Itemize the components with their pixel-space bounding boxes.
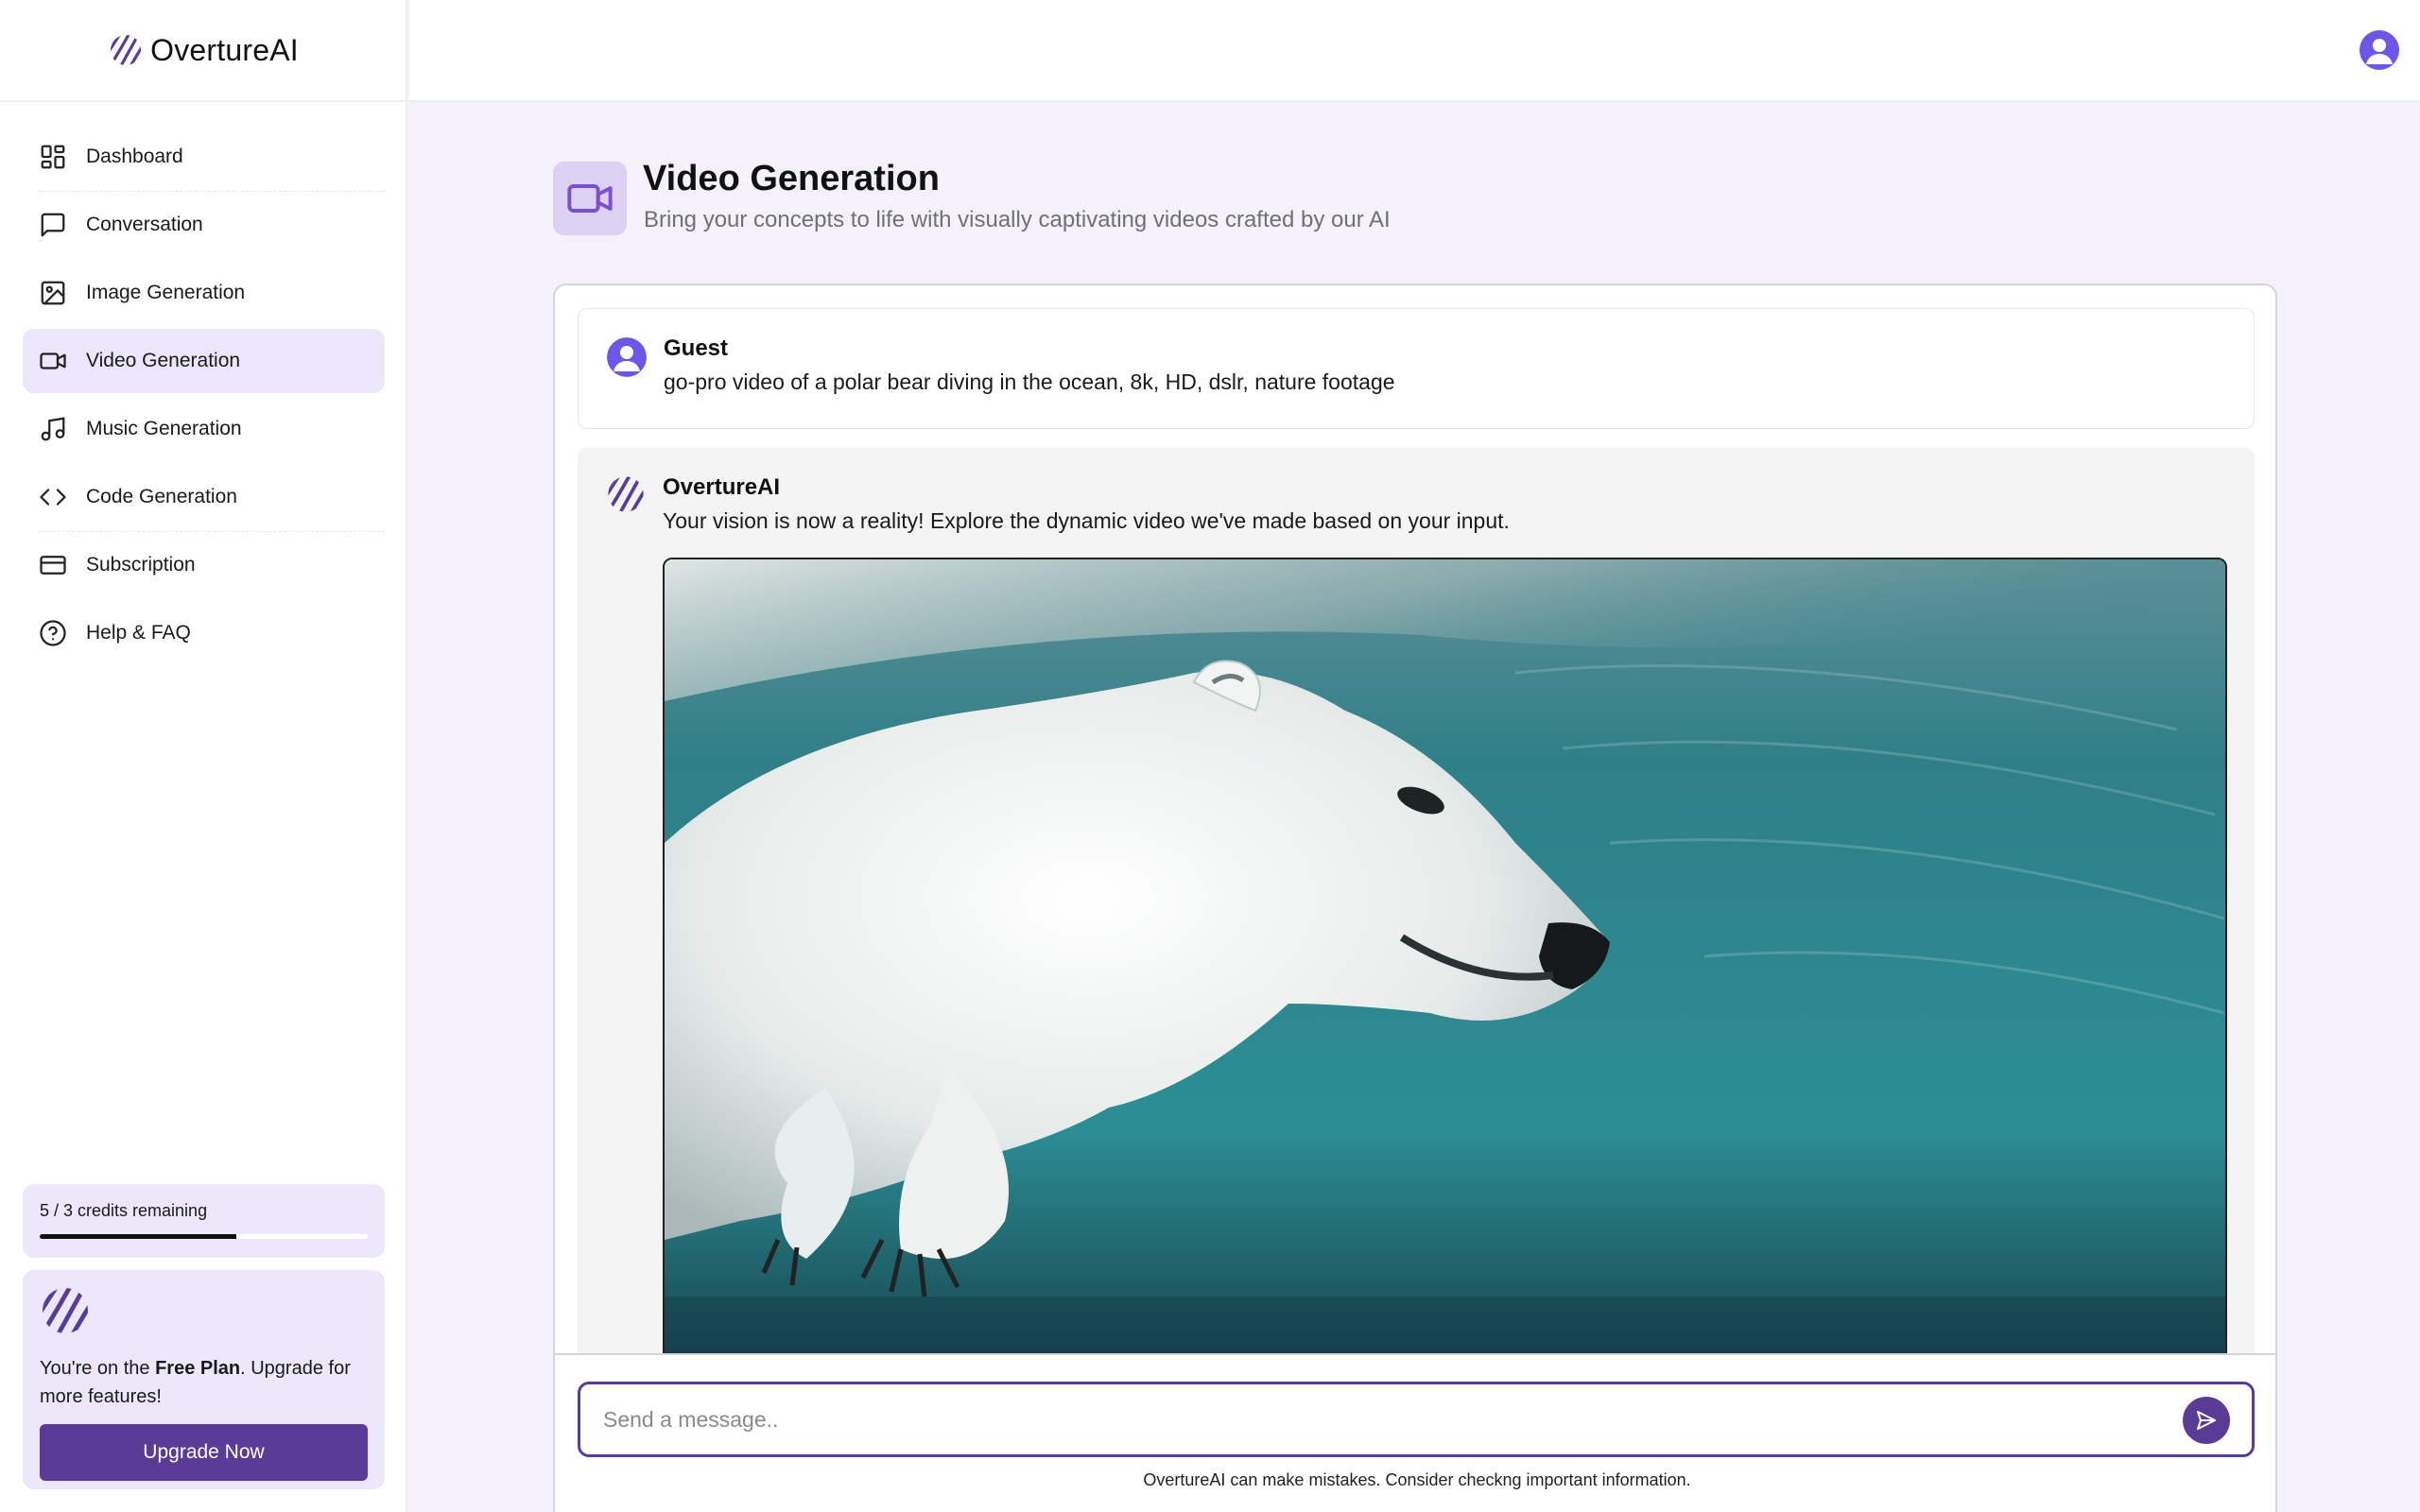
sidebar-item-label: Music Generation	[86, 418, 242, 439]
sidebar-item-dashboard[interactable]: Dashboard	[23, 125, 385, 192]
page-title: Video Generation	[643, 159, 940, 198]
chat-panel: Guest go-pro video of a polar bear divin…	[553, 284, 2277, 1512]
user-message: Guest go-pro video of a polar bear divin…	[578, 308, 2255, 429]
sidebar-item-conversation[interactable]: Conversation	[23, 193, 385, 257]
credits-card: 5 / 3 credits remaining	[23, 1184, 385, 1258]
plan-card: You're on the Free Plan. Upgrade for mor…	[23, 1270, 385, 1489]
sidebar: OvertureAI Dashboard Conversation Image …	[0, 0, 407, 1512]
page-subtitle: Bring your concepts to life with visuall…	[644, 207, 1391, 232]
user-avatar-icon	[607, 337, 647, 377]
page-header-icon	[553, 162, 627, 235]
ai-message: OvertureAI Your vision is now a reality!…	[578, 448, 2255, 1393]
sidebar-item-label: Conversation	[86, 214, 203, 235]
sidebar-item-code-generation[interactable]: Code Generation	[23, 465, 385, 532]
message-text: Your vision is now a reality! Explore th…	[663, 508, 1510, 533]
message-author: OvertureAI	[663, 474, 781, 500]
upgrade-now-button[interactable]: Upgrade Now	[40, 1424, 368, 1481]
help-circle-icon	[40, 620, 66, 646]
code-icon	[40, 489, 66, 506]
dashboard-icon	[41, 145, 65, 169]
sidebar-item-image-generation[interactable]: Image Generation	[23, 261, 385, 325]
message-input[interactable]	[578, 1382, 2255, 1457]
sidebar-item-label: Subscription	[86, 554, 196, 576]
message-author: Guest	[664, 335, 729, 361]
plan-name: Free Plan	[155, 1358, 241, 1379]
image-icon	[41, 281, 65, 305]
user-avatar[interactable]	[2360, 30, 2399, 70]
app-name: OvertureAI	[150, 32, 299, 67]
send-button[interactable]	[2183, 1397, 2230, 1444]
sidebar-item-label: Image Generation	[86, 282, 246, 303]
composer: OvertureAI can make mistakes. Consider c…	[555, 1353, 2275, 1512]
overture-logo-icon	[43, 1288, 88, 1333]
plan-message: You're on the Free Plan. Upgrade for mor…	[40, 1358, 351, 1407]
logo[interactable]: OvertureAI	[0, 0, 407, 102]
sidebar-nav: Dashboard Conversation Image Generation …	[23, 125, 385, 669]
sidebar-item-label: Dashboard	[86, 146, 183, 167]
polar-bear-video-frame	[665, 559, 2225, 1368]
sidebar-item-label: Help & FAQ	[86, 622, 191, 644]
overture-logo-icon	[608, 476, 644, 512]
message-square-icon	[41, 213, 65, 237]
credits-progress-bar	[40, 1234, 368, 1239]
send-icon	[2197, 1411, 2216, 1430]
credit-card-icon	[40, 556, 66, 575]
user-icon	[2366, 39, 2393, 64]
sidebar-item-help-faq[interactable]: Help & FAQ	[23, 601, 385, 665]
video-icon	[567, 184, 613, 213]
video-icon	[40, 352, 66, 369]
music-icon	[41, 417, 65, 441]
credits-progress-fill	[40, 1234, 237, 1239]
generated-video[interactable]	[663, 558, 2227, 1370]
disclaimer-text: OvertureAI can make mistakes. Consider c…	[1143, 1470, 1691, 1489]
sidebar-item-label: Code Generation	[86, 486, 237, 507]
top-bar	[409, 0, 2420, 102]
credits-remaining: 5 / 3 credits remaining	[40, 1201, 208, 1220]
sidebar-item-video-generation[interactable]: Video Generation	[23, 329, 385, 393]
sidebar-item-subscription[interactable]: Subscription	[23, 533, 385, 597]
message-text: go-pro video of a polar bear diving in t…	[664, 369, 1395, 394]
overture-logo-icon	[111, 35, 142, 65]
sidebar-item-label: Video Generation	[86, 350, 241, 371]
sidebar-item-music-generation[interactable]: Music Generation	[23, 397, 385, 461]
